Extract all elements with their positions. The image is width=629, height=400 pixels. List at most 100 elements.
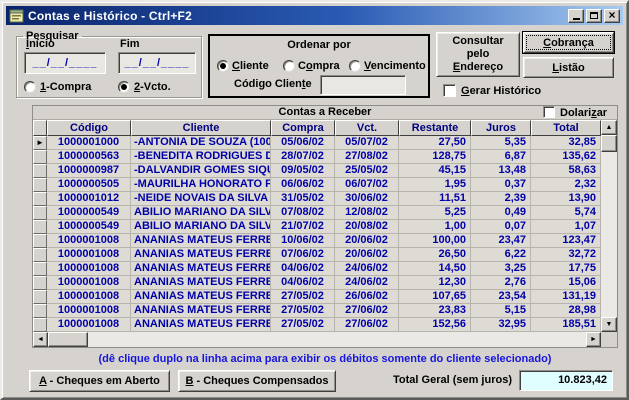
grid-cell[interactable]: 05/07/02 xyxy=(335,136,399,150)
grid-cell[interactable]: 30/06/02 xyxy=(335,192,399,206)
grid-cell[interactable]: 58,63 xyxy=(531,164,601,178)
grid-cell[interactable]: -BENEDITA RODRIGUES DE S xyxy=(131,150,271,164)
grid-cell[interactable]: 135,62 xyxy=(531,150,601,164)
grid-cell[interactable]: 128,75 xyxy=(399,150,471,164)
grid-cell[interactable]: 32,72 xyxy=(531,248,601,262)
grid-header-cliente[interactable]: Cliente xyxy=(131,120,271,136)
fim-date-input[interactable]: __/__/____ xyxy=(118,52,196,74)
grid-cell[interactable]: -DALVANDIR GOMES SIQUE xyxy=(131,164,271,178)
grid-cell[interactable]: 32,85 xyxy=(531,136,601,150)
grid-cell[interactable]: 6,87 xyxy=(471,150,531,164)
grid-row[interactable]: 1000000549ABILIO MARIANO DA SILVA21/07/0… xyxy=(33,220,601,234)
scroll-down-button[interactable]: ▼ xyxy=(601,317,617,332)
grid-cell[interactable]: 23,54 xyxy=(471,290,531,304)
grid-cell[interactable]: 0,37 xyxy=(471,178,531,192)
grid-cell[interactable]: -NEIDE NOVAIS DA SILVA (1 xyxy=(131,192,271,206)
grid-cell[interactable]: 2,39 xyxy=(471,192,531,206)
grid-cell[interactable]: 1000000505 xyxy=(47,178,131,192)
grid-cell[interactable]: 26,50 xyxy=(399,248,471,262)
grid-cell[interactable]: 27/06/02 xyxy=(335,304,399,318)
grid-cell[interactable]: 1,07 xyxy=(531,220,601,234)
grid-cell[interactable]: 14,50 xyxy=(399,262,471,276)
grid-row[interactable]: 1000001008ANANIAS MATEUS FERREIR07/06/02… xyxy=(33,248,601,262)
grid-cell[interactable]: 11,51 xyxy=(399,192,471,206)
grid-cell[interactable]: 6,22 xyxy=(471,248,531,262)
grid-cell[interactable]: 07/06/02 xyxy=(271,248,335,262)
grid-row[interactable]: ►1000001000-ANTONIA DE SOUZA (100305/06/… xyxy=(33,136,601,150)
grid-header-compra[interactable]: Compra xyxy=(271,120,335,136)
grid-header-total[interactable]: Total xyxy=(531,120,601,136)
grid-cell[interactable]: 27/05/02 xyxy=(271,318,335,332)
grid-cell[interactable]: 13,48 xyxy=(471,164,531,178)
grid-cell[interactable]: 04/06/02 xyxy=(271,262,335,276)
grid-cell[interactable]: 09/05/02 xyxy=(271,164,335,178)
grid-cell[interactable]: 1000001008 xyxy=(47,262,131,276)
grid-cell[interactable]: ANANIAS MATEUS FERREIR xyxy=(131,304,271,318)
grid-cell[interactable]: 28,98 xyxy=(531,304,601,318)
grid-cell[interactable]: 20/06/02 xyxy=(335,234,399,248)
grid-cell[interactable]: 26/06/02 xyxy=(335,290,399,304)
cheques-em-aberto-button[interactable]: A - Cheques em Aberto xyxy=(29,370,170,392)
grid-cell[interactable]: 06/06/02 xyxy=(271,178,335,192)
inicio-date-input[interactable]: __/__/____ xyxy=(24,52,106,74)
grid-cell[interactable]: 5,25 xyxy=(399,206,471,220)
cheques-compensados-button[interactable]: B - Cheques Compensados xyxy=(178,370,336,392)
radio-order-compra[interactable] xyxy=(283,60,295,72)
grid-cell[interactable]: 1,00 xyxy=(399,220,471,234)
grid-cell[interactable]: 3,25 xyxy=(471,262,531,276)
grid-cell[interactable]: ANANIAS MATEUS FERREIR xyxy=(131,290,271,304)
grid-row[interactable]: 1000001008ANANIAS MATEUS FERREIR27/05/02… xyxy=(33,304,601,318)
grid-row[interactable]: 1000001012-NEIDE NOVAIS DA SILVA (131/05… xyxy=(33,192,601,206)
close-button[interactable]: × xyxy=(604,9,620,23)
grid-cell[interactable]: 12,30 xyxy=(399,276,471,290)
grid-cell[interactable]: ABILIO MARIANO DA SILVA xyxy=(131,206,271,220)
grid-row[interactable]: 1000000505-MAURILHA HONORATO FER06/06/02… xyxy=(33,178,601,192)
grid-cell[interactable]: 06/07/02 xyxy=(335,178,399,192)
gerar-historico-checkbox[interactable] xyxy=(443,84,456,97)
grid-cell[interactable]: 32,95 xyxy=(471,318,531,332)
vertical-scrollbar[interactable]: ▲ ▼ xyxy=(601,120,617,332)
grid-cell[interactable]: 15,06 xyxy=(531,276,601,290)
grid-cell[interactable]: 23,47 xyxy=(471,234,531,248)
grid-cell[interactable]: 1000000549 xyxy=(47,206,131,220)
grid-cell[interactable]: 152,56 xyxy=(399,318,471,332)
radio-order-cliente[interactable] xyxy=(217,60,229,72)
radio-1-compra[interactable] xyxy=(24,81,36,93)
grid-cell[interactable]: 1000000549 xyxy=(47,220,131,234)
grid-cell[interactable]: 0,49 xyxy=(471,206,531,220)
grid-cell[interactable]: 5,74 xyxy=(531,206,601,220)
grid-cell[interactable]: 24/06/02 xyxy=(335,262,399,276)
grid-cell[interactable]: 107,65 xyxy=(399,290,471,304)
grid-cell[interactable]: ANANIAS MATEUS FERREIR xyxy=(131,248,271,262)
grid-cell[interactable]: ABILIO MARIANO DA SILVA xyxy=(131,220,271,234)
grid-cell[interactable]: 20/08/02 xyxy=(335,220,399,234)
grid-row[interactable]: 1000001008ANANIAS MATEUS FERREIR10/06/02… xyxy=(33,234,601,248)
grid-cell[interactable]: 10/06/02 xyxy=(271,234,335,248)
grid-row[interactable]: 1000000563-BENEDITA RODRIGUES DE S28/07/… xyxy=(33,150,601,164)
grid-cell[interactable]: 27/05/02 xyxy=(271,290,335,304)
grid-cell[interactable]: 27/06/02 xyxy=(335,318,399,332)
grid-cell[interactable]: 1000001008 xyxy=(47,318,131,332)
grid-cell[interactable]: 123,47 xyxy=(531,234,601,248)
grid-cell[interactable]: 1000001008 xyxy=(47,234,131,248)
grid-cell[interactable]: 2,76 xyxy=(471,276,531,290)
grid-cell[interactable]: -MAURILHA HONORATO FER xyxy=(131,178,271,192)
grid-cell[interactable]: ANANIAS MATEUS FERREIR xyxy=(131,276,271,290)
grid-row[interactable]: 1000000987-DALVANDIR GOMES SIQUE09/05/02… xyxy=(33,164,601,178)
grid-cell[interactable]: 100,00 xyxy=(399,234,471,248)
grid-cell[interactable]: 07/08/02 xyxy=(271,206,335,220)
grid-cell[interactable]: 27/08/02 xyxy=(335,150,399,164)
codigo-cliente-input[interactable] xyxy=(320,75,406,95)
grid-cell[interactable]: 5,15 xyxy=(471,304,531,318)
grid-cell[interactable]: 12/08/02 xyxy=(335,206,399,220)
grid-cell[interactable]: 1000001008 xyxy=(47,276,131,290)
dolarizar-checkbox[interactable] xyxy=(543,106,555,118)
grid-cell[interactable]: ANANIAS MATEUS FERREIR xyxy=(131,318,271,332)
consultar-endereco-button[interactable]: Consultar pelo Endereço xyxy=(436,32,520,77)
minimize-button[interactable] xyxy=(568,9,584,23)
radio-2-vcto[interactable] xyxy=(118,81,130,93)
grid-header-vct[interactable]: Vct. xyxy=(335,120,399,136)
grid-cell[interactable]: 13,90 xyxy=(531,192,601,206)
grid-cell[interactable]: 45,15 xyxy=(399,164,471,178)
grid-cell[interactable]: -ANTONIA DE SOUZA (1003 xyxy=(131,136,271,150)
